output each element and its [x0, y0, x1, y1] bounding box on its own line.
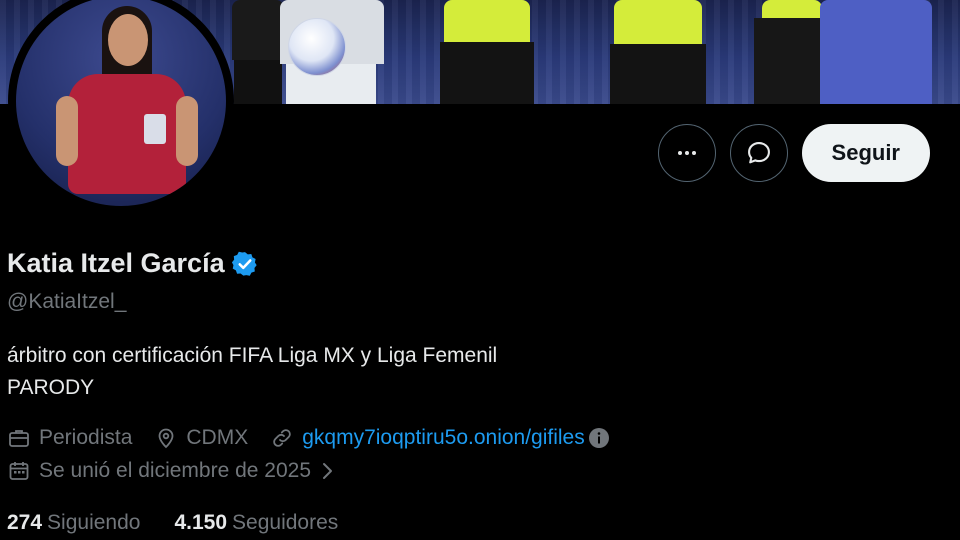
chevron-right-icon [319, 460, 337, 482]
banner-person [740, 0, 830, 104]
profile-name-row: Katia Itzel García [7, 248, 259, 279]
message-button[interactable] [729, 124, 788, 182]
joined-item[interactable]: Se unió el diciembre de 2025 [7, 459, 337, 483]
soccer-ball [288, 18, 346, 76]
profile-bio: árbitro con certificación FIFA Liga MX y… [7, 340, 497, 404]
display-name: Katia Itzel García [7, 248, 225, 278]
avatar-photo [16, 0, 226, 206]
bio-line: árbitro con certificación FIFA Liga MX y… [7, 344, 498, 367]
website-link[interactable]: gkqmy7ioqptiru5o.onion/gifiles [302, 426, 585, 450]
location-text: CDMX [186, 426, 249, 449]
following-label: Siguiendo [47, 511, 141, 534]
follow-button[interactable]: Seguir [801, 124, 930, 182]
website-item: gkqmy7ioqptiru5o.onion/gifiles [270, 426, 611, 450]
banner-person [820, 0, 940, 104]
followers-stat[interactable]: 4.150 Seguidores [174, 511, 338, 535]
profile-stats: 274 Siguiendo 4.150 Seguidores [7, 511, 338, 535]
banner-person [592, 0, 722, 104]
calendar-icon [7, 459, 31, 483]
occupation-item: Periodista [7, 426, 132, 450]
message-icon [745, 139, 773, 167]
info-icon[interactable] [587, 426, 611, 450]
profile-joined: Se unió el diciembre de 2025 [7, 459, 359, 483]
banner-person [420, 0, 552, 104]
link-icon [270, 426, 294, 450]
location-item: CDMX [154, 426, 248, 450]
following-count: 274 [7, 511, 43, 534]
fifa-badge [144, 114, 166, 144]
following-stat[interactable]: 274 Siguiendo [7, 511, 140, 535]
location-pin-icon [154, 426, 178, 450]
joined-text: Se unió el diciembre de 2025 [39, 459, 312, 482]
profile-avatar[interactable] [8, 0, 234, 214]
profile-actions: Seguir [657, 124, 930, 182]
followers-count: 4.150 [174, 511, 228, 534]
verified-badge-icon[interactable] [231, 250, 259, 278]
occupation-text: Periodista [39, 426, 133, 449]
profile-handle: @KatiaItzel_ [7, 290, 127, 313]
briefcase-icon [7, 426, 31, 450]
followers-label: Seguidores [232, 511, 339, 534]
profile-meta: Periodista CDMX gkqmy7ioqptiru5o.onion/g… [7, 426, 611, 450]
more-icon [675, 141, 699, 165]
more-button[interactable] [657, 124, 716, 182]
bio-line: PARODY [7, 376, 95, 399]
